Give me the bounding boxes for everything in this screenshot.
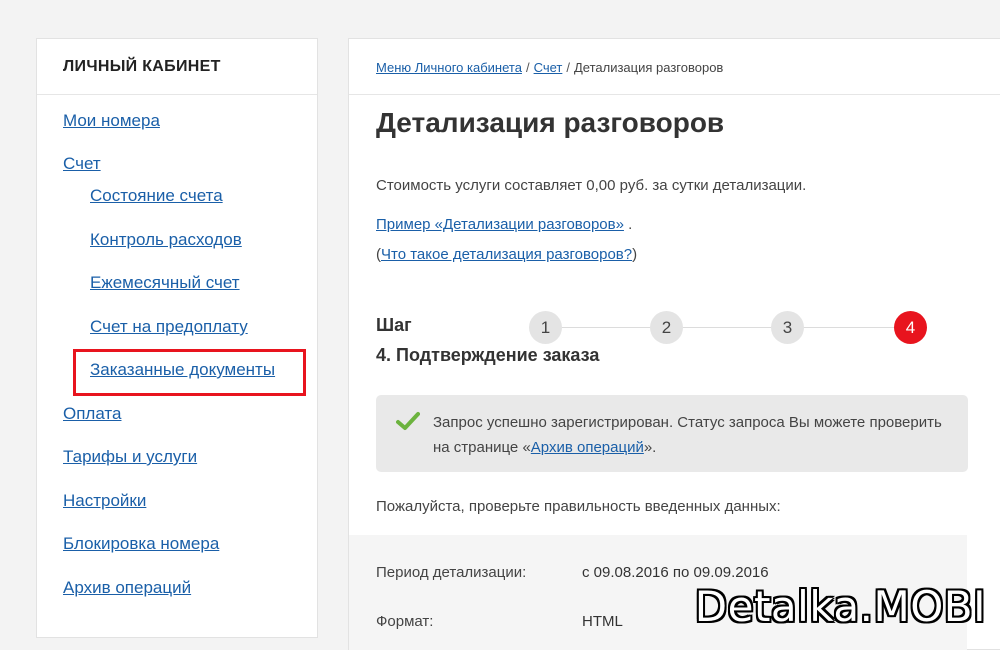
step-label: Шаг <box>376 315 412 335</box>
success-message: Запрос успешно зарегистрирован. Статус з… <box>376 395 968 472</box>
step-2: 2 <box>650 311 683 344</box>
whatis-link[interactable]: Что такое детализация разговоров? <box>381 246 632 263</box>
sidebar-item-account-status[interactable]: Состояние счета <box>90 186 223 206</box>
page-title: Детализация разговоров <box>376 107 725 138</box>
check-data-text: Пожалуйста, проверьте правильность введе… <box>376 498 781 515</box>
whatis-close-paren: ) <box>632 246 638 263</box>
success-prefix: Запрос успешно зарегистрирован. Статус з… <box>433 414 942 456</box>
step-4-active: 4 <box>894 311 927 344</box>
example-link[interactable]: Пример «Детализации разговоров» <box>376 216 624 233</box>
detail-label-format: Формат: <box>376 613 434 630</box>
step-name: 4. Подтверждение заказа <box>376 345 600 365</box>
watermark: Detalka.MOBI <box>694 582 986 631</box>
breadcrumb-separator: / <box>566 60 570 75</box>
operations-archive-link[interactable]: Архив операций <box>531 439 644 456</box>
sidebar-item-my-numbers[interactable]: Мои номера <box>63 111 160 131</box>
sidebar-item-prepay-bill[interactable]: Счет на предоплату <box>90 317 248 337</box>
sidebar-item-settings[interactable]: Настройки <box>63 491 146 511</box>
sidebar: ЛИЧНЫЙ КАБИНЕТ Мои номера Счет Состояние… <box>36 38 318 638</box>
success-text: Запрос успешно зарегистрирован. Статус з… <box>433 410 953 460</box>
breadcrumb-link-account[interactable]: Счет <box>534 60 563 75</box>
checkmark-icon <box>396 412 420 430</box>
highlight-box <box>73 349 306 396</box>
example-suffix: . <box>623 216 633 233</box>
sidebar-item-tariffs[interactable]: Тарифы и услуги <box>63 447 197 467</box>
sidebar-item-operations-archive[interactable]: Архив операций <box>63 578 191 598</box>
detail-label-period: Период детализации: <box>376 564 527 581</box>
breadcrumb-separator: / <box>525 60 530 75</box>
sidebar-title: ЛИЧНЫЙ КАБИНЕТ <box>37 39 317 95</box>
cost-text: Стоимость услуги составляет 0,00 руб. за… <box>376 177 807 194</box>
breadcrumb-link-cabinet-menu[interactable]: Меню Личного кабинета <box>376 60 522 75</box>
step-connector <box>683 327 771 328</box>
detail-value-format: HTML <box>582 613 623 630</box>
detail-value-period: с 09.08.2016 по 09.09.2016 <box>582 564 769 581</box>
example-line: Пример «Детализации разговоров» . <box>376 216 632 233</box>
step-1: 1 <box>529 311 562 344</box>
breadcrumb-current: Детализация разговоров <box>573 60 724 75</box>
sidebar-item-monthly-bill[interactable]: Ежемесячный счет <box>90 273 240 293</box>
step-indicator: 1 2 3 4 <box>529 311 929 345</box>
breadcrumb: Меню Личного кабинета / Счет / Детализация р… <box>349 39 1000 95</box>
success-suffix: ». <box>643 439 657 456</box>
sidebar-item-number-block[interactable]: Блокировка номера <box>63 534 219 554</box>
step-connector <box>804 327 894 328</box>
main-panel: Меню Личного кабинета / Счет / Детализация р… <box>348 38 1000 650</box>
sidebar-item-expense-control[interactable]: Контроль расходов <box>90 230 242 250</box>
step-3: 3 <box>771 311 804 344</box>
step-connector <box>562 327 650 328</box>
whatis-line: (Что такое детализация разговоров?) <box>376 246 637 263</box>
sidebar-item-payment[interactable]: Оплата <box>63 404 121 424</box>
sidebar-item-account[interactable]: Счет <box>63 154 101 174</box>
